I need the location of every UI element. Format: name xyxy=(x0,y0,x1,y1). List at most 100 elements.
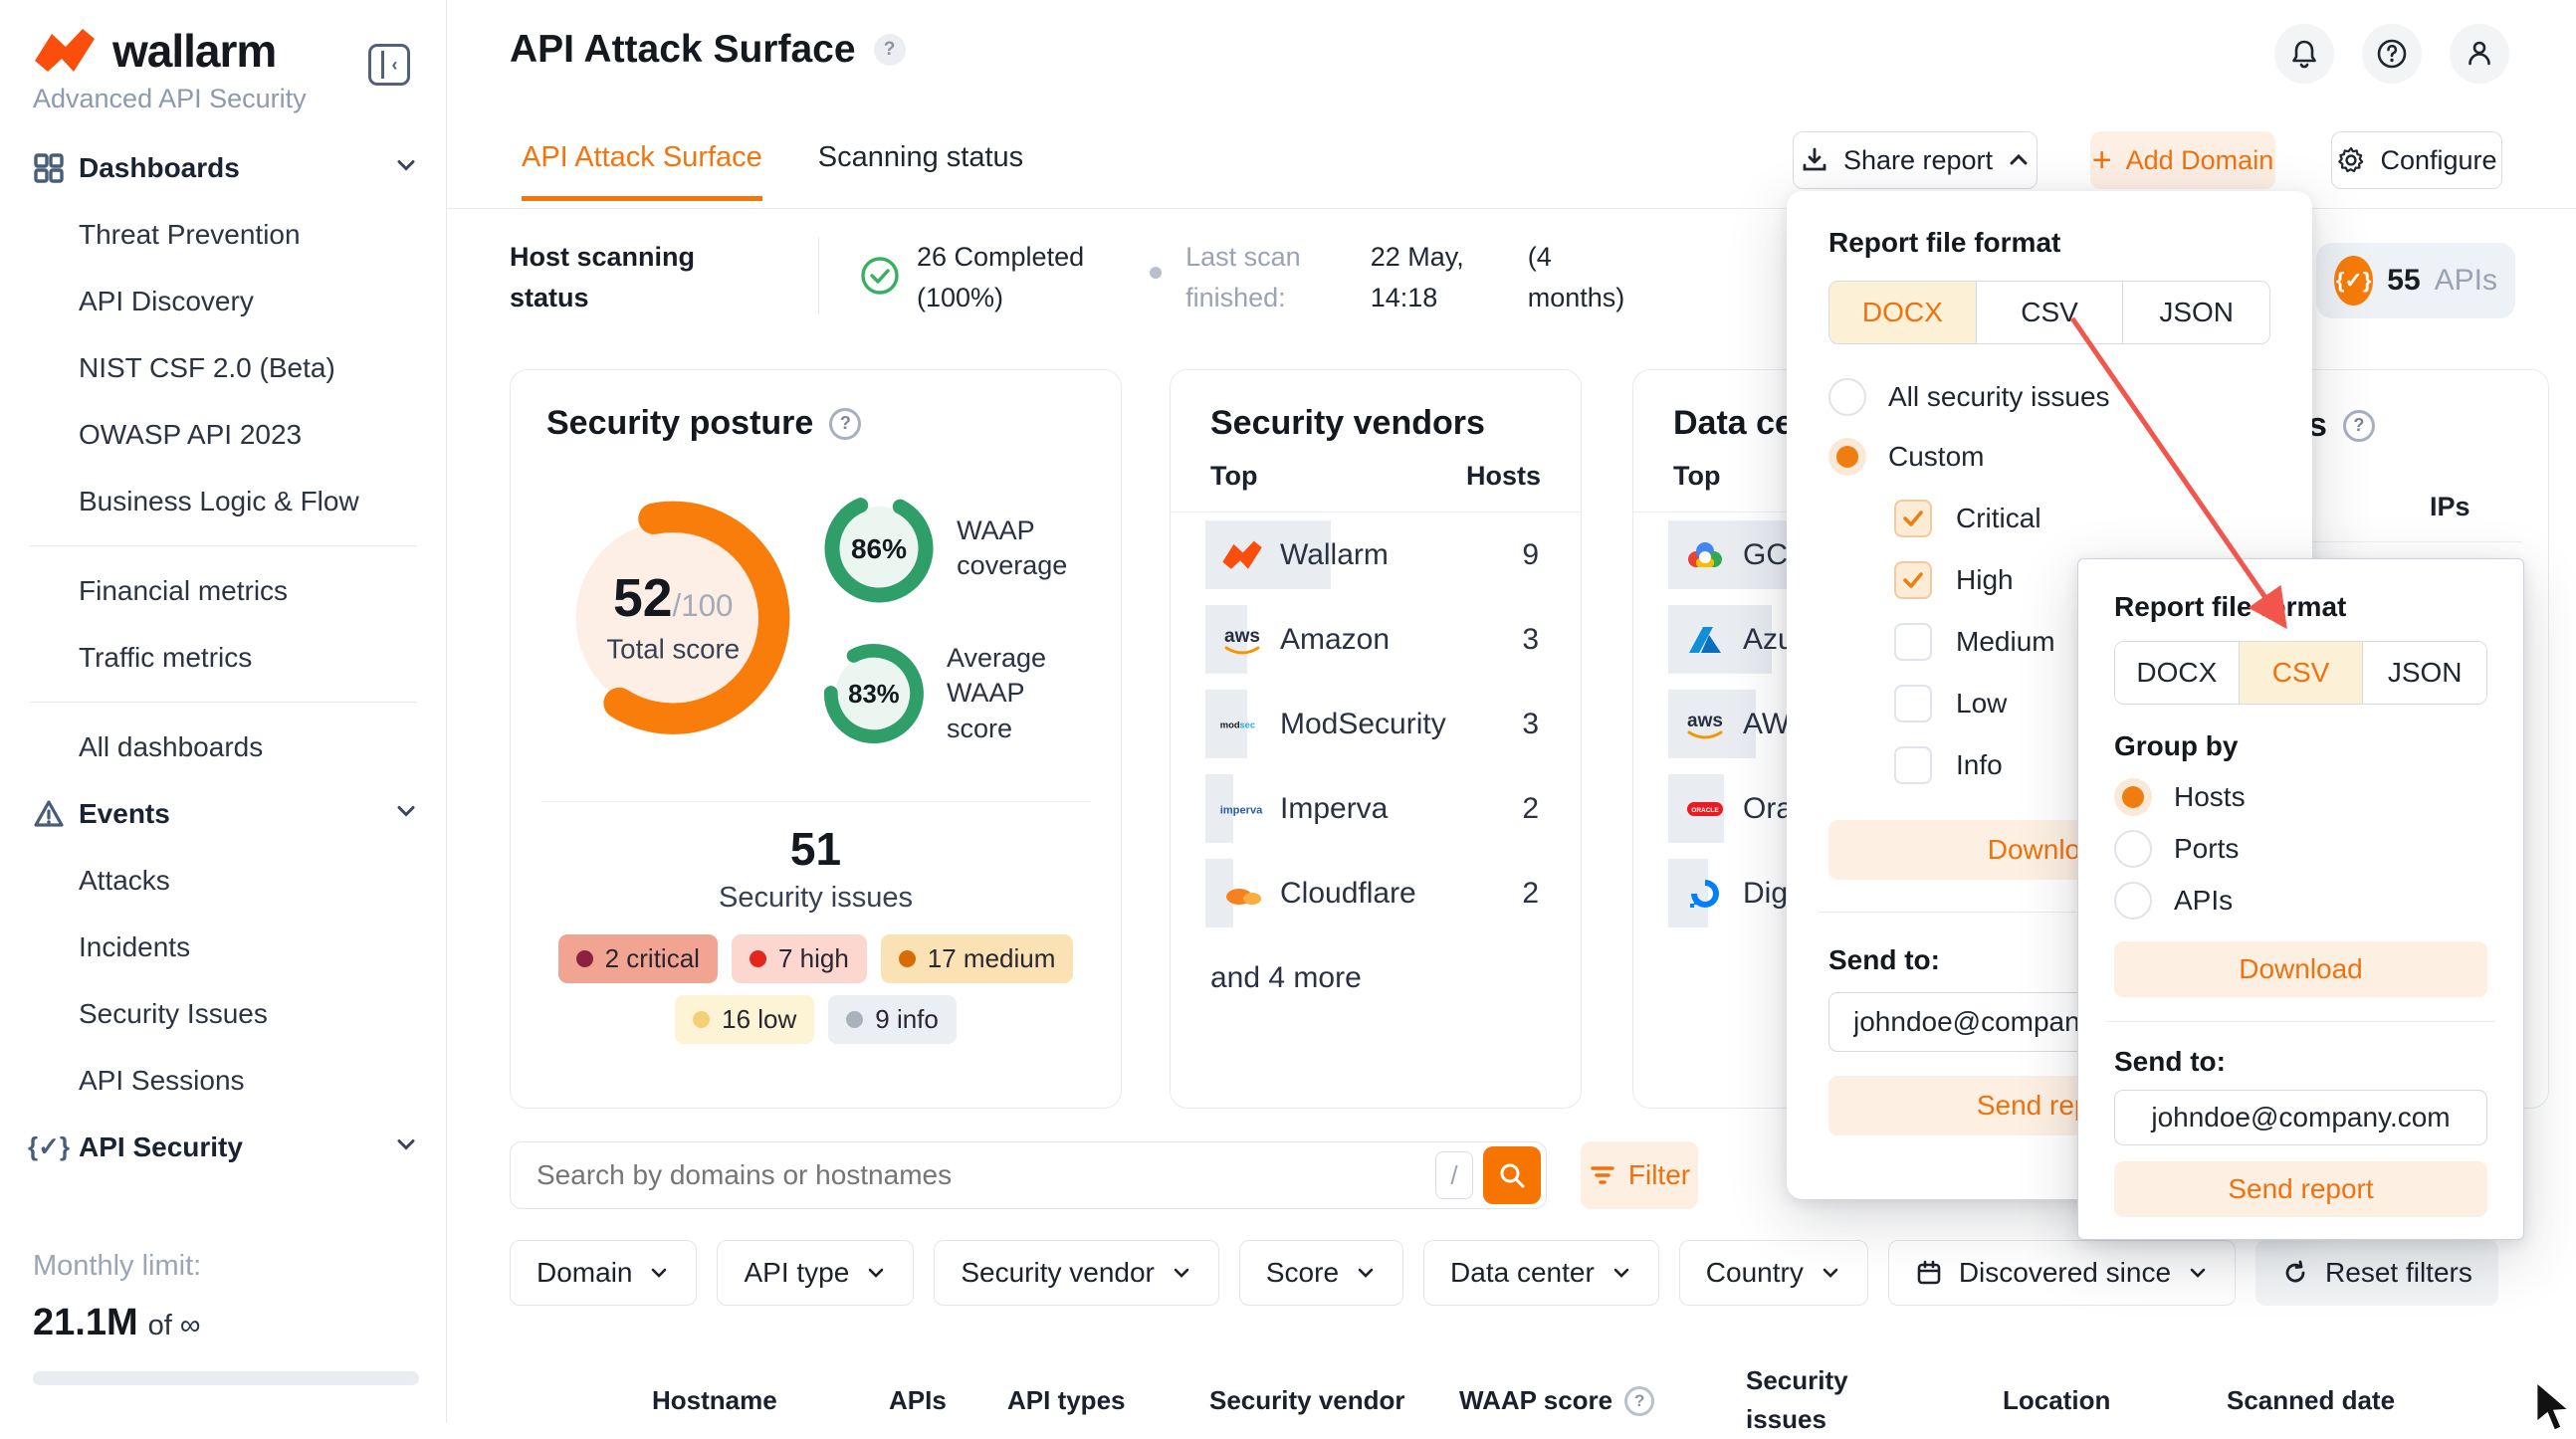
sidebar-nav: Dashboards Threat Prevention API Discove… xyxy=(0,134,447,1180)
notifications-bell-icon[interactable] xyxy=(2274,24,2334,84)
send-to-input[interactable] xyxy=(2114,1090,2487,1145)
sidebar-item-nist-csf[interactable]: NIST CSF 2.0 (Beta) xyxy=(0,334,447,401)
col-security-vendor[interactable]: Security vendor xyxy=(1209,1385,1405,1416)
digitalocean-logo xyxy=(1681,870,1729,918)
col-location[interactable]: Location xyxy=(2003,1385,2110,1416)
sidebar-item-traffic-metrics[interactable]: Traffic metrics xyxy=(0,624,447,691)
search-bar[interactable]: / xyxy=(510,1141,1547,1209)
col-security-issues[interactable]: Security issues xyxy=(1746,1361,1875,1439)
critical-badge[interactable]: 2 critical xyxy=(558,934,718,983)
filter-country[interactable]: Country xyxy=(1679,1240,1868,1306)
reset-icon xyxy=(2281,1259,2309,1287)
vendor-row[interactable]: modsec ModSecurity 3 xyxy=(1171,682,1581,766)
help-icon[interactable]: ? xyxy=(829,408,861,440)
group-apis-radio[interactable]: APIs xyxy=(2114,882,2487,920)
reset-filters-button[interactable]: Reset filters xyxy=(2255,1240,2498,1306)
chevron-down-icon xyxy=(1355,1262,1377,1284)
search-input[interactable] xyxy=(537,1159,1435,1191)
sidebar-item-api-sessions[interactable]: API Sessions xyxy=(0,1047,447,1114)
filter-icon xyxy=(1589,1161,1616,1189)
format-csv-button[interactable]: CSV xyxy=(1976,282,2123,343)
sidebar-item-all-dashboards[interactable]: All dashboards xyxy=(0,714,447,780)
tab-bar: API Attack Surface Scanning status xyxy=(522,141,1023,201)
high-badge[interactable]: 7 high xyxy=(732,934,867,983)
help-circle-icon[interactable] xyxy=(2362,24,2422,84)
vendors-more-link[interactable]: and 4 more xyxy=(1171,935,1581,995)
sidebar-item-threat-prevention[interactable]: Threat Prevention xyxy=(0,201,447,268)
svg-text:86%: 86% xyxy=(851,533,907,564)
sidebar: wallarm Advanced API Security ‹ Dashboar… xyxy=(0,0,447,1423)
send-report-button[interactable]: Send report xyxy=(2114,1161,2487,1217)
imperva-logo: imperva xyxy=(1218,785,1266,833)
all-security-issues-radio[interactable]: All security issues xyxy=(1828,378,2270,416)
filter-api-type[interactable]: API type xyxy=(717,1240,914,1306)
sidebar-item-business-logic[interactable]: Business Logic & Flow xyxy=(0,468,447,534)
format-json-button[interactable]: JSON xyxy=(2122,282,2269,343)
group-ports-radio[interactable]: Ports xyxy=(2114,830,2487,868)
low-badge[interactable]: 16 low xyxy=(675,995,814,1044)
divider xyxy=(2106,1021,2495,1022)
sidebar-item-financial-metrics[interactable]: Financial metrics xyxy=(0,557,447,624)
user-profile-icon[interactable] xyxy=(2450,24,2509,84)
vendor-row[interactable]: Wallarm 9 xyxy=(1171,513,1581,597)
custom-radio[interactable]: Custom xyxy=(1828,438,2270,476)
help-icon[interactable]: ? xyxy=(874,34,906,66)
sidebar-item-api-discovery[interactable]: API Discovery xyxy=(0,268,447,334)
filter-security-vendor[interactable]: Security vendor xyxy=(934,1240,1219,1306)
wallarm-logo xyxy=(1218,531,1266,579)
share-report-button[interactable]: Share report xyxy=(1793,131,2038,189)
check-circle-icon xyxy=(859,255,901,297)
format-docx-button[interactable]: DOCX xyxy=(2115,642,2239,704)
sidebar-item-api-security[interactable]: {✓} API Security xyxy=(0,1114,447,1180)
filter-domain[interactable]: Domain xyxy=(510,1240,697,1306)
sidebar-item-dashboards[interactable]: Dashboards xyxy=(0,134,447,201)
format-csv-button[interactable]: CSV xyxy=(2239,642,2363,704)
chevron-down-icon xyxy=(393,1131,419,1163)
average-waap-score-donut: 83% AverageWAAP score xyxy=(817,632,1085,755)
sidebar-item-security-issues[interactable]: Security Issues xyxy=(0,980,447,1047)
format-segmented-control: DOCX CSV JSON xyxy=(1828,281,2270,344)
col-waap-score[interactable]: WAAP score? xyxy=(1459,1385,1654,1416)
total-score-gauge: 52/100 Total score xyxy=(546,471,803,759)
sidebar-item-attacks[interactable]: Attacks xyxy=(0,847,447,914)
chevron-down-icon xyxy=(393,151,419,184)
svg-text:83%: 83% xyxy=(848,681,900,709)
page-title: API Attack Surface ? xyxy=(510,28,906,72)
help-icon[interactable]: ? xyxy=(1624,1386,1654,1416)
report-format-heading: Report file format xyxy=(1828,227,2270,259)
group-hosts-radio[interactable]: Hosts xyxy=(2114,778,2487,816)
download-button[interactable]: Download xyxy=(2114,941,2487,997)
divider xyxy=(540,801,1091,802)
col-api-types[interactable]: API types xyxy=(1007,1385,1126,1416)
configure-button[interactable]: Configure xyxy=(2331,131,2502,189)
format-docx-button[interactable]: DOCX xyxy=(1829,282,1976,343)
vendor-row[interactable]: imperva Imperva 2 xyxy=(1171,766,1581,851)
search-button[interactable] xyxy=(1483,1146,1541,1204)
sidebar-item-incidents[interactable]: Incidents xyxy=(0,914,447,980)
critical-checkbox[interactable]: Critical xyxy=(1894,500,2270,537)
vendor-row[interactable]: aws Amazon 3 xyxy=(1171,597,1581,682)
add-domain-button[interactable]: + Add Domain xyxy=(2090,131,2275,189)
filter-data-center[interactable]: Data center xyxy=(1423,1240,1659,1306)
csv-options-popup: Report file format DOCX CSV JSON Group b… xyxy=(2077,558,2524,1240)
col-apis[interactable]: APIs xyxy=(889,1385,947,1416)
format-json-button[interactable]: JSON xyxy=(2362,642,2486,704)
aws-logo: aws xyxy=(1218,616,1266,664)
sidebar-item-events[interactable]: Events xyxy=(0,780,447,847)
tab-api-attack-surface[interactable]: API Attack Surface xyxy=(522,141,762,201)
filter-button[interactable]: Filter xyxy=(1581,1141,1698,1209)
collapse-sidebar-icon[interactable]: ‹ xyxy=(368,44,410,86)
col-scanned-date[interactable]: Scanned date xyxy=(2227,1385,2395,1416)
filter-discovered-since[interactable]: Discovered since xyxy=(1888,1240,2236,1306)
chevron-down-icon xyxy=(1820,1262,1841,1284)
brand-subtitle: Advanced API Security xyxy=(33,84,307,114)
help-icon[interactable]: ? xyxy=(2343,410,2375,442)
medium-badge[interactable]: 17 medium xyxy=(881,934,1074,983)
col-hostname[interactable]: Hostname xyxy=(652,1385,777,1416)
sidebar-item-owasp-api[interactable]: OWASP API 2023 xyxy=(0,401,447,468)
filter-score[interactable]: Score xyxy=(1239,1240,1403,1306)
vendor-row[interactable]: Cloudflare 2 xyxy=(1171,851,1581,935)
chevron-down-icon xyxy=(648,1262,670,1284)
tab-scanning-status[interactable]: Scanning status xyxy=(818,141,1023,201)
info-badge[interactable]: 9 info xyxy=(828,995,957,1044)
